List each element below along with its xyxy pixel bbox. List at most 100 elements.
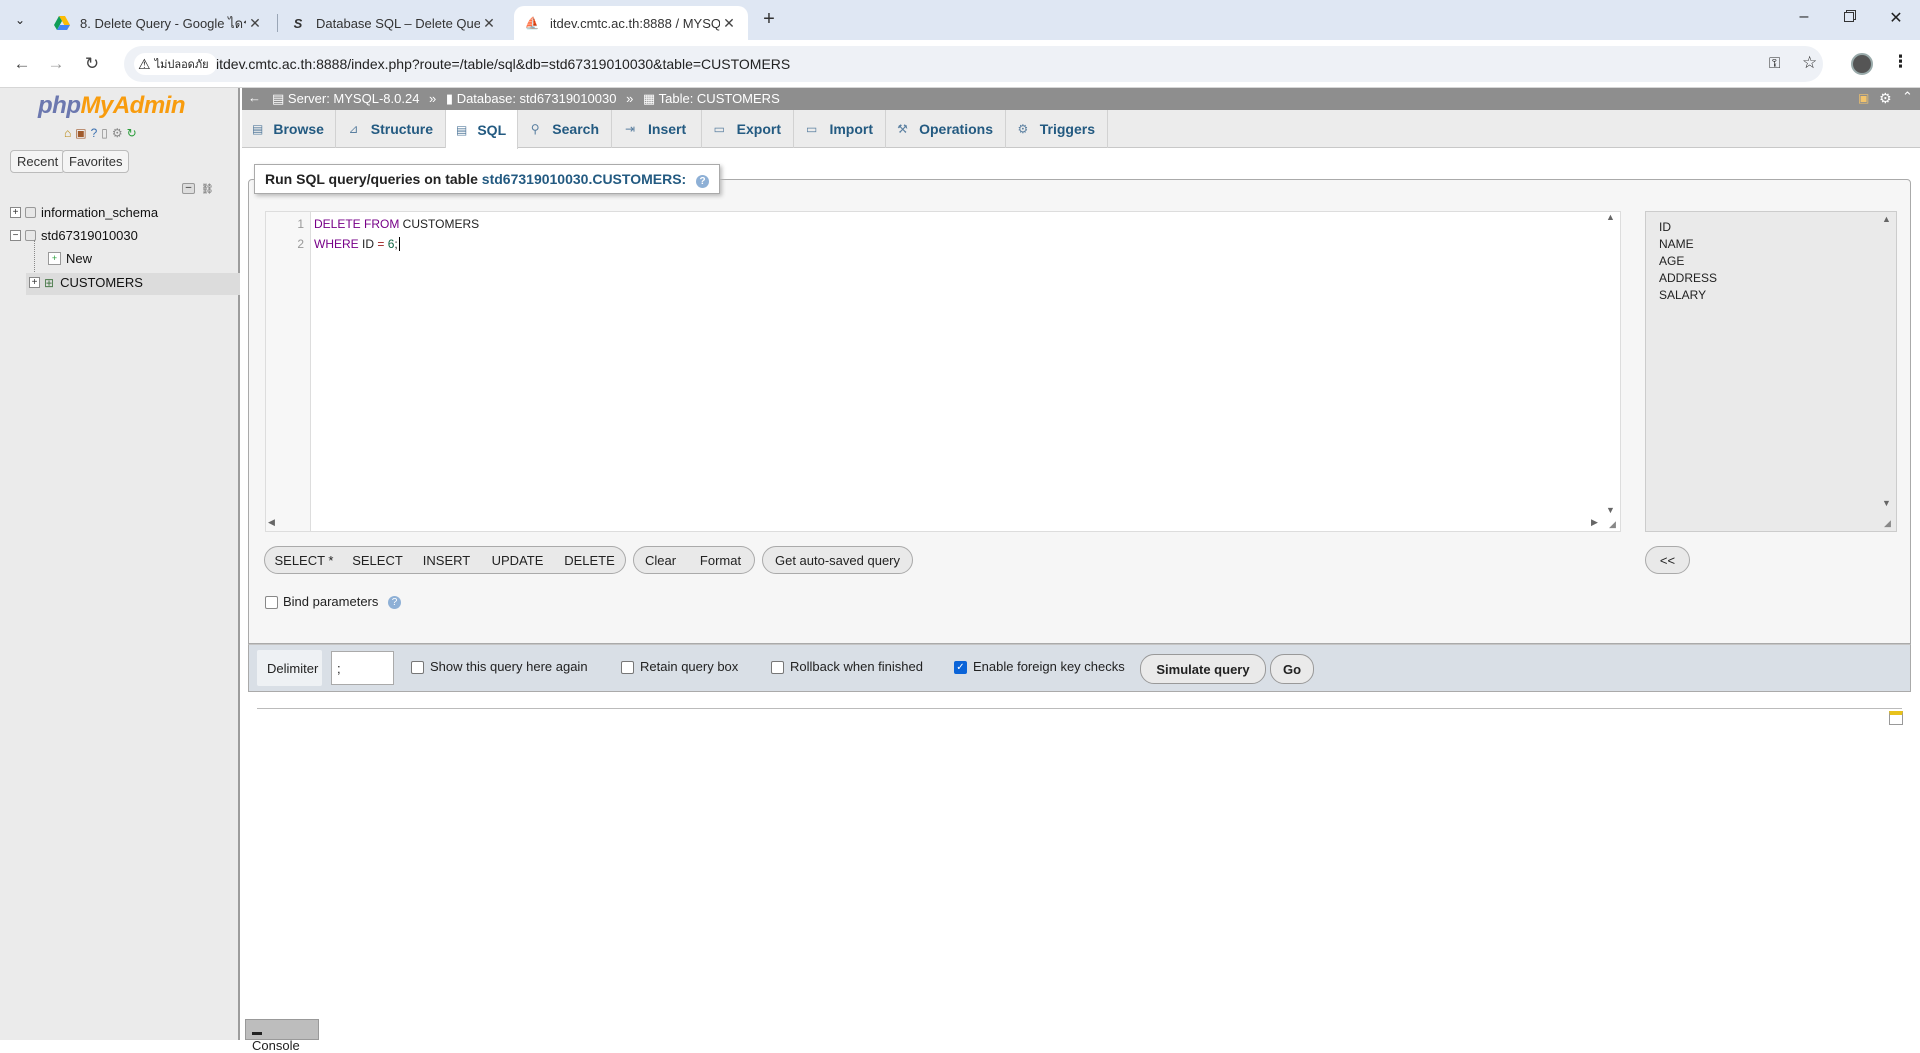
browser-menu-icon[interactable]: ⋮ xyxy=(1892,52,1909,72)
resize-handle-icon[interactable]: ◢ xyxy=(1884,518,1891,529)
tab-import[interactable]: ▭ Import xyxy=(794,110,886,148)
help-icon[interactable]: ? xyxy=(91,126,98,140)
new-tab-icon[interactable]: + xyxy=(758,8,780,30)
resize-handle-icon[interactable]: ◢ xyxy=(1609,519,1616,530)
bind-parameters-checkbox[interactable] xyxy=(265,596,278,609)
column-item[interactable]: ADDRESS xyxy=(1659,271,1717,285)
delimiter-input[interactable]: ; xyxy=(331,651,394,685)
bookmark-star-icon[interactable]: ☆ xyxy=(1802,53,1817,73)
tree-table-customers[interactable]: + ⊞ CUSTOMERS xyxy=(29,275,143,290)
favorite-tables-button[interactable]: Favorites xyxy=(62,150,130,173)
link-with-main-icon[interactable]: ⛓ xyxy=(201,184,214,195)
recent-tables-button[interactable]: Recent xyxy=(10,150,66,173)
close-window-icon[interactable]: ✕ xyxy=(1884,8,1908,32)
console-toggle[interactable]: ▬ Console xyxy=(245,1019,319,1053)
tab-list-chevron-icon[interactable]: ⌄ xyxy=(10,10,30,30)
breadcrumb-database[interactable]: Database: std67319010030 xyxy=(457,91,617,106)
tree-db-std67319010030[interactable]: − std67319010030 xyxy=(10,228,138,243)
back-arrow-icon[interactable]: ← xyxy=(10,52,34,76)
column-item[interactable]: ID xyxy=(1659,220,1671,234)
bookmark-note-icon[interactable] xyxy=(1889,711,1903,725)
password-key-icon[interactable]: ⚿ xyxy=(1769,55,1780,72)
console-icon: ▬ xyxy=(252,1027,262,1038)
tab-structure[interactable]: ⊿ Structure xyxy=(336,110,446,148)
tab-operations[interactable]: ⚒ Operations xyxy=(886,110,1006,148)
select-star-button[interactable]: SELECT * xyxy=(264,546,344,574)
close-tab-icon[interactable]: ✕ xyxy=(480,15,498,32)
scroll-left-arrow-icon[interactable]: ◀ xyxy=(268,517,275,528)
reload-nav-icon[interactable]: ↻ xyxy=(127,126,137,140)
collapse-top-icon[interactable]: ⌃ xyxy=(1902,89,1913,105)
show-query-again-label[interactable]: Show this query here again xyxy=(430,659,588,674)
collapse-all-icon[interactable]: – xyxy=(182,183,195,194)
forward-arrow-icon[interactable]: → xyxy=(44,52,68,76)
docs-icon[interactable]: ▯ xyxy=(101,126,108,140)
browser-tab-database-sql[interactable]: S Database SQL – Delete Query & ✕ xyxy=(280,6,508,40)
exit-icon[interactable]: ▣ xyxy=(75,126,86,140)
scroll-down-arrow-icon[interactable]: ▼ xyxy=(1606,505,1615,515)
expand-plus-icon[interactable]: + xyxy=(29,277,40,288)
retain-query-box-checkbox[interactable] xyxy=(621,661,634,674)
settings-gear-icon[interactable]: ⚙ xyxy=(112,126,123,140)
collapse-minus-icon[interactable]: − xyxy=(10,230,21,241)
insert-button[interactable]: INSERT xyxy=(412,546,482,574)
scroll-right-arrow-icon[interactable]: ▶ xyxy=(1591,517,1598,528)
scroll-down-arrow-icon[interactable]: ▼ xyxy=(1882,498,1891,508)
column-item[interactable]: SALARY xyxy=(1659,288,1706,302)
code-line-2[interactable]: WHERE ID = 6; xyxy=(314,237,400,251)
breadcrumb-server[interactable]: Server: MYSQL-8.0.24 xyxy=(288,91,420,106)
select-button[interactable]: SELECT xyxy=(343,546,413,574)
tab-sql[interactable]: ▤ SQL xyxy=(446,110,518,149)
rollback-label[interactable]: Rollback when finished xyxy=(790,659,923,674)
scroll-up-arrow-icon[interactable]: ▲ xyxy=(1606,212,1615,222)
security-chip[interactable]: ⚠ ไม่ปลอดภัย xyxy=(134,53,217,75)
tree-db-information-schema[interactable]: + information_schema xyxy=(10,205,158,220)
retain-query-box-label[interactable]: Retain query box xyxy=(640,659,738,674)
expand-plus-icon[interactable]: + xyxy=(10,207,21,218)
close-tab-icon[interactable]: ✕ xyxy=(720,15,738,32)
get-auto-saved-query-button[interactable]: Get auto-saved query xyxy=(762,546,913,574)
foreign-key-checks-checkbox[interactable]: ✓ xyxy=(954,661,967,674)
tab-insert[interactable]: ⇥ Insert xyxy=(612,110,702,148)
go-button[interactable]: Go xyxy=(1270,654,1314,684)
lock-icon[interactable]: ▣ xyxy=(1858,91,1869,105)
column-list[interactable]: ID NAME AGE ADDRESS SALARY ▲ ▼ ◢ xyxy=(1645,211,1897,532)
sql-editor[interactable]: 1 2 DELETE FROM CUSTOMERS WHERE ID = 6; … xyxy=(265,211,1621,532)
tab-triggers[interactable]: ⚙ Triggers xyxy=(1006,110,1108,148)
profile-avatar[interactable] xyxy=(1851,53,1873,75)
column-item[interactable]: AGE xyxy=(1659,254,1684,268)
home-icon[interactable]: ⌂ xyxy=(64,126,71,140)
foreign-key-checks-label[interactable]: Enable foreign key checks xyxy=(973,659,1125,674)
restore-window-icon[interactable] xyxy=(1838,10,1862,30)
address-bar[interactable]: ⚠ ไม่ปลอดภัย itdev.cmtc.ac.th:8888/index… xyxy=(124,46,1823,82)
browser-tab-phpmyadmin[interactable]: ⛵ itdev.cmtc.ac.th:8888 / MYSQL- ✕ xyxy=(514,6,748,40)
insert-column-button[interactable]: << xyxy=(1645,546,1690,574)
rollback-checkbox[interactable] xyxy=(771,661,784,674)
code-line-1[interactable]: DELETE FROM CUSTOMERS xyxy=(314,217,479,231)
tree-new-table[interactable]: + New xyxy=(48,251,92,266)
show-query-again-checkbox[interactable] xyxy=(411,661,424,674)
delete-button[interactable]: DELETE xyxy=(554,546,626,574)
bind-parameters-label[interactable]: Bind parameters xyxy=(283,594,378,609)
simulate-query-button[interactable]: Simulate query xyxy=(1140,654,1266,684)
tab-browse[interactable]: ▤ Browse xyxy=(242,110,336,148)
close-tab-icon[interactable]: ✕ xyxy=(246,15,264,32)
update-button[interactable]: UPDATE xyxy=(481,546,555,574)
legend-table-link[interactable]: std67319010030.CUSTOMERS: xyxy=(482,171,686,187)
column-item[interactable]: NAME xyxy=(1659,237,1694,251)
format-button[interactable]: Format xyxy=(687,546,755,574)
browser-tab-drive[interactable]: 8. Delete Query - Google ไดรฟ์ ✕ xyxy=(44,6,274,40)
tab-export[interactable]: ▭ Export xyxy=(702,110,794,148)
reload-icon[interactable]: ↻ xyxy=(80,52,104,76)
help-icon[interactable]: ? xyxy=(388,596,401,609)
tab-search[interactable]: ⚲ Search xyxy=(518,110,612,148)
collapse-sidebar-arrow-icon[interactable]: ← xyxy=(248,90,261,105)
url-text[interactable]: itdev.cmtc.ac.th:8888/index.php?route=/t… xyxy=(216,56,790,72)
clear-button[interactable]: Clear xyxy=(633,546,688,574)
minimize-window-icon[interactable]: – xyxy=(1792,8,1816,32)
scroll-up-arrow-icon[interactable]: ▲ xyxy=(1882,214,1891,224)
settings-gear-icon[interactable]: ⚙ xyxy=(1879,90,1892,107)
help-icon[interactable]: ? xyxy=(696,175,710,188)
phpmyadmin-logo[interactable]: phpMyAdmin xyxy=(38,92,185,120)
breadcrumb-table[interactable]: Table: CUSTOMERS xyxy=(659,91,780,106)
